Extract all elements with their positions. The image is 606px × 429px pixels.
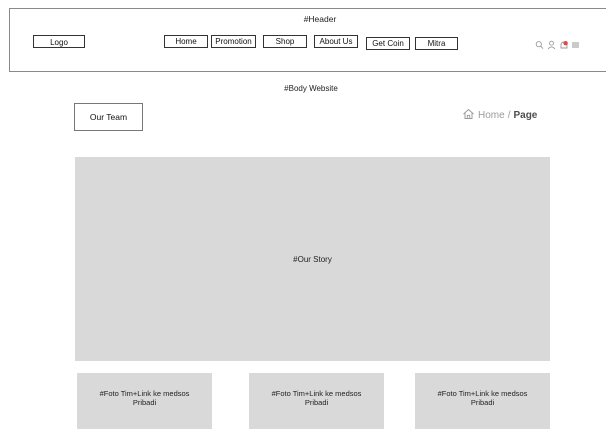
team-card[interactable]: #Foto Tim+Link ke medsos Pribadi xyxy=(415,373,550,429)
breadcrumb-home[interactable]: Home xyxy=(478,110,505,121)
header-title: #Header xyxy=(303,14,337,24)
our-story-section: #Our Story xyxy=(75,157,550,361)
nav-promotion[interactable]: Promotion xyxy=(211,35,256,48)
header-icons xyxy=(535,36,580,50)
our-story-label: #Our Story xyxy=(293,254,332,264)
team-card-label: #Foto Tim+Link ke medsos Pribadi xyxy=(437,389,528,408)
nav-home[interactable]: Home xyxy=(164,35,208,48)
logo[interactable]: Logo xyxy=(33,35,85,48)
team-card[interactable]: #Foto Tim+Link ke medsos Pribadi xyxy=(77,373,212,429)
search-icon[interactable] xyxy=(535,37,544,49)
menu-icon[interactable] xyxy=(571,37,580,48)
breadcrumb-page: Page xyxy=(513,109,538,121)
breadcrumb: Home / Page xyxy=(462,108,537,122)
breadcrumb-separator: / xyxy=(507,109,511,121)
nav-about-us[interactable]: About Us xyxy=(314,35,358,48)
nav-shop[interactable]: Shop xyxy=(263,35,307,48)
user-icon[interactable] xyxy=(547,37,556,50)
nav-mitra[interactable]: Mitra xyxy=(415,37,458,50)
nav-get-coin[interactable]: Get Coin xyxy=(366,37,410,50)
our-team-button[interactable]: Our Team xyxy=(74,103,143,131)
team-card-label: #Foto Tim+Link ke medsos Pribadi xyxy=(99,389,190,408)
team-card[interactable]: #Foto Tim+Link ke medsos Pribadi xyxy=(249,373,384,429)
body-title: #Body Website xyxy=(284,84,338,93)
notification-icon[interactable] xyxy=(559,37,568,49)
team-card-label: #Foto Tim+Link ke medsos Pribadi xyxy=(271,389,362,408)
home-icon[interactable] xyxy=(462,108,475,123)
